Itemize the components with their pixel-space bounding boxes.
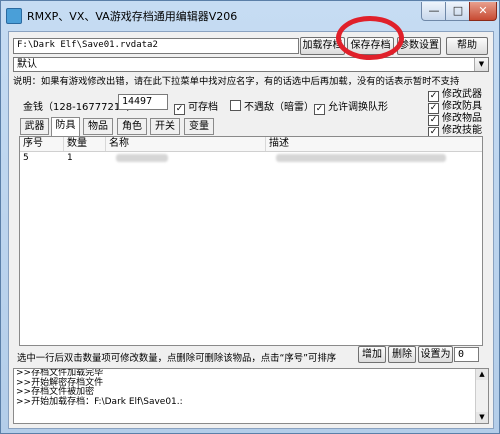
column-description[interactable]: 描述 [266, 137, 482, 151]
maximize-button[interactable]: □ [445, 2, 471, 21]
load-save-button[interactable]: 加载存档 [300, 37, 345, 55]
chevron-down-icon[interactable]: ▼ [474, 58, 488, 71]
row-index: 5 [23, 153, 29, 163]
minimize-button[interactable]: — [421, 2, 447, 21]
tab-items[interactable]: 物品 [83, 118, 113, 135]
delete-button[interactable]: 删除 [388, 346, 416, 363]
tab-variables[interactable]: 变量 [184, 118, 214, 135]
close-button[interactable]: ✕ [469, 2, 497, 21]
table-header: 序号 数量 名称 描述 [20, 137, 482, 152]
option-allow-formation[interactable]: ✓ 允许调换队形 [314, 98, 388, 115]
tab-switches[interactable]: 开关 [150, 118, 180, 135]
help-button[interactable]: 帮助 [446, 37, 488, 55]
option-no-encounter[interactable]: 不遇敌（暗雷） [230, 98, 314, 113]
window-title: RMXP、VX、VA游戏存档通用编辑器V206 [27, 10, 238, 23]
checkbox[interactable] [230, 100, 241, 111]
set-to-input[interactable]: 0 [454, 347, 479, 362]
title-bar[interactable]: RMXP、VX、VA游戏存档通用编辑器V206 — □ ✕ [1, 1, 499, 31]
log-scrollbar[interactable]: ▲ ▼ [475, 369, 488, 423]
row-description-redacted [276, 154, 446, 162]
column-name[interactable]: 名称 [106, 137, 266, 151]
app-icon [6, 8, 22, 24]
tab-characters[interactable]: 角色 [117, 118, 147, 135]
profile-combo[interactable]: 默认 ▼ [13, 57, 489, 72]
main-panel: F:\Dark Elf\Save01.rvdata2 加载存档 保存存档 参数设… [8, 31, 494, 429]
profile-combo-value: 默认 [17, 59, 37, 70]
tab-weapons[interactable]: 武器 [20, 118, 49, 135]
checkbox[interactable]: ✓ [314, 104, 325, 115]
set-to-button[interactable]: 设置为 [418, 346, 453, 363]
scroll-down-icon[interactable]: ▼ [476, 412, 488, 423]
scroll-up-icon[interactable]: ▲ [476, 369, 488, 380]
tab-armor[interactable]: 防具 [51, 117, 80, 136]
log-panel[interactable]: >>存档文件加载完毕 >>开始解密存档文件 >>存档文件被加密 >>开始加载存档… [13, 368, 489, 424]
log-line: >>开始加载存档：F:\Dark Elf\Save01.: [16, 396, 183, 407]
table-row[interactable]: 5 1 [20, 152, 482, 164]
app-window: RMXP、VX、VA游戏存档通用编辑器V206 — □ ✕ F:\Dark El… [0, 0, 500, 434]
bottom-hint: 选中一行后双击数量项可修改数量，点删除可删除该物品，点击“序号”可排序 [17, 353, 337, 364]
file-path-field[interactable]: F:\Dark Elf\Save01.rvdata2 [13, 38, 299, 54]
column-index[interactable]: 序号 [20, 137, 64, 151]
params-settings-button[interactable]: 参数设置 [397, 37, 441, 55]
option-can-save[interactable]: ✓ 可存档 [174, 98, 218, 115]
row-name-redacted [116, 154, 168, 162]
money-input[interactable]: 14497 [118, 94, 168, 110]
column-count[interactable]: 数量 [64, 137, 106, 151]
add-button[interactable]: 增加 [358, 346, 386, 363]
instructions-text: 说明：如果有游戏修改出错，请在此下拉菜单中找对应名字，有的话选中后再加载，没有的… [13, 76, 460, 87]
checkbox[interactable]: ✓ [174, 104, 185, 115]
save-save-button[interactable]: 保存存档 [347, 37, 394, 55]
row-count[interactable]: 1 [64, 152, 73, 164]
items-table[interactable]: 序号 数量 名称 描述 5 1 [19, 136, 483, 346]
